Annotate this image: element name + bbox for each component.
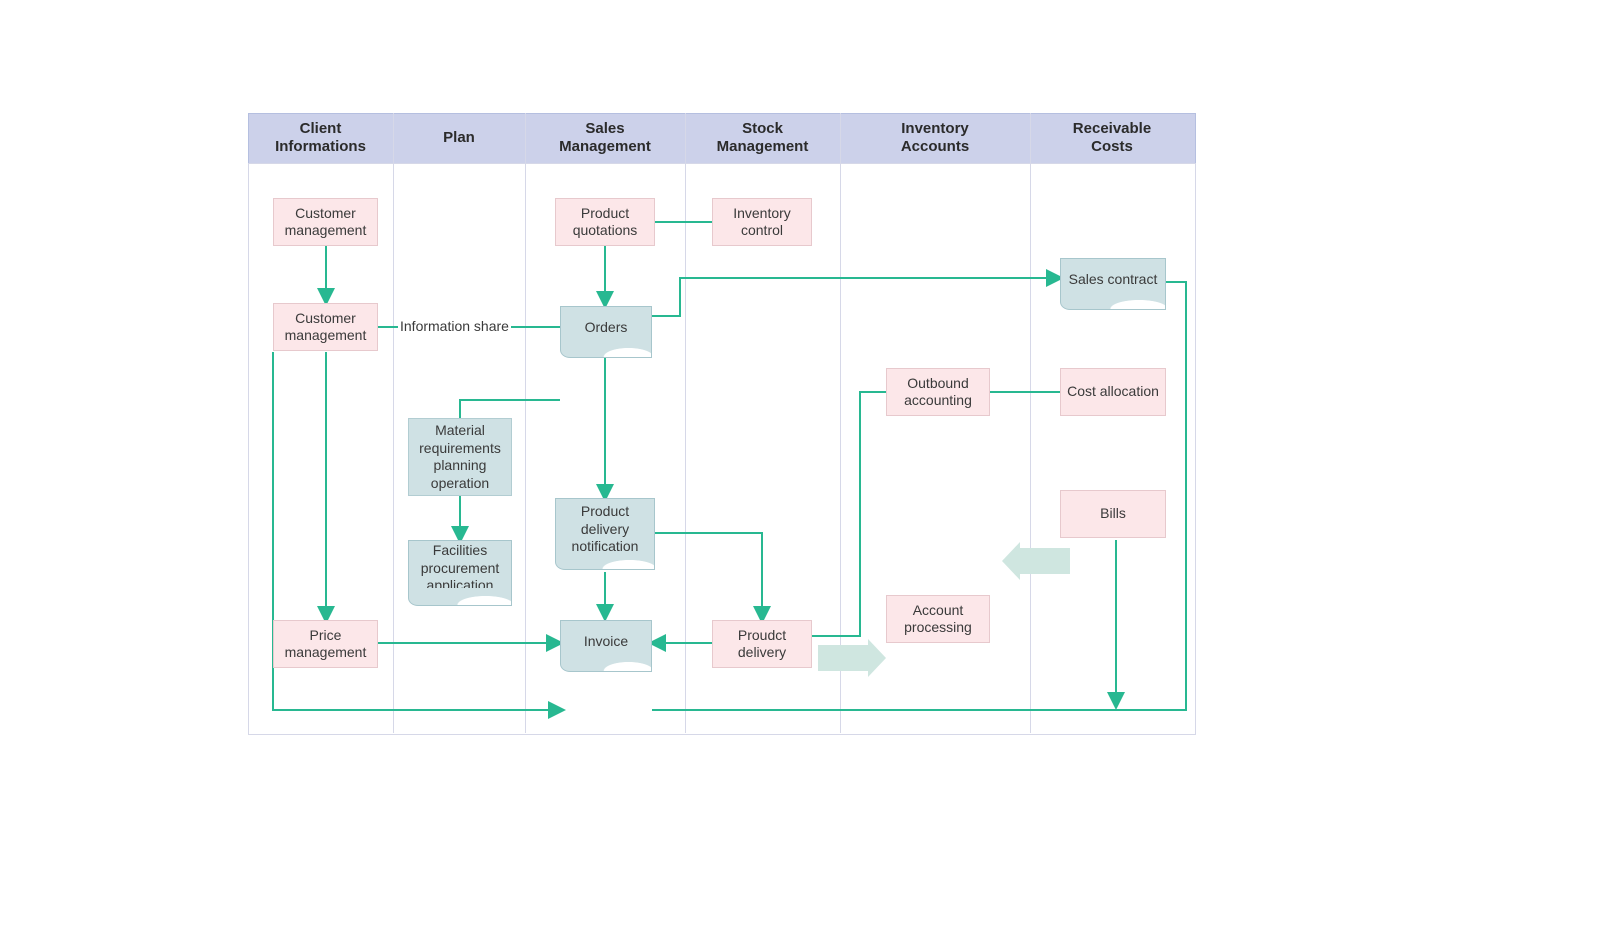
- block-arrow-right-icon: [818, 645, 868, 671]
- edge-label-info-share: Information share: [398, 318, 511, 334]
- node-bills: Bills: [1060, 490, 1166, 538]
- col-header-sales: Sales Management: [525, 113, 685, 163]
- node-customer-management-2: Customer management: [273, 303, 378, 351]
- node-sales-contract: Sales contract: [1060, 258, 1166, 300]
- swimlane-diagram: Client Informations Plan Sales Managemen…: [0, 0, 1610, 937]
- node-inventory-control: Inventory control: [712, 198, 812, 246]
- col-header-inventory: Inventory Accounts: [840, 113, 1030, 163]
- col-header-client: Client Informations: [248, 113, 393, 163]
- col-header-receivable: Receivable Costs: [1030, 113, 1194, 163]
- node-product-delivery: Proudct delivery: [712, 620, 812, 668]
- node-facilities-procurement: Facilities procurement application: [408, 540, 512, 596]
- node-cost-allocation: Cost allocation: [1060, 368, 1166, 416]
- node-product-delivery-notification: Product delivery notification: [555, 498, 655, 560]
- node-invoice: Invoice: [560, 620, 652, 662]
- col-header-plan: Plan: [393, 113, 525, 163]
- col-header-stock: Stock Management: [685, 113, 840, 163]
- lane-divider: [525, 113, 526, 733]
- block-arrow-left-icon: [1020, 548, 1070, 574]
- node-price-management: Price management: [273, 620, 378, 668]
- node-product-quotations: Product quotations: [555, 198, 655, 246]
- node-orders: Orders: [560, 306, 652, 348]
- node-mrp: Material requirements planning operation: [408, 418, 512, 496]
- lane-divider: [840, 113, 841, 733]
- node-outbound-accounting: Outbound accounting: [886, 368, 990, 416]
- node-account-processing: Account processing: [886, 595, 990, 643]
- node-customer-management-1: Customer management: [273, 198, 378, 246]
- lane-divider: [1030, 113, 1031, 733]
- lane-divider: [393, 113, 394, 733]
- lane-divider: [685, 113, 686, 733]
